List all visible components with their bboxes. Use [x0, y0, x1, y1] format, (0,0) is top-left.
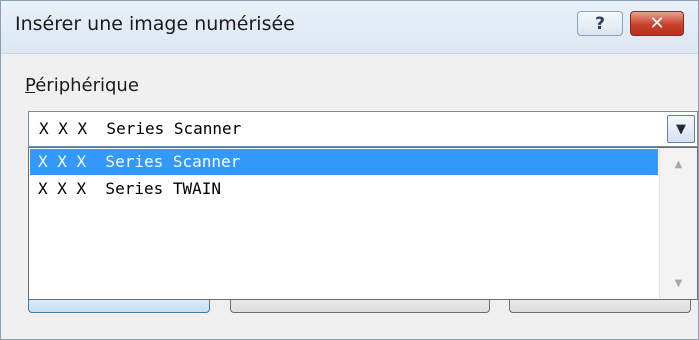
title-bar[interactable]: Insérer une image numérisée ? ✕ — [1, 1, 698, 54]
help-button[interactable]: ? — [577, 11, 623, 36]
list-item-scanner[interactable]: X X X Series Scanner — [30, 149, 658, 175]
device-label: Périphérique — [25, 75, 139, 96]
insert-scanned-image-dialog: Insérer une image numérisée ? ✕ Périphér… — [0, 0, 699, 340]
list-item-twain[interactable]: X X X Series TWAIN — [30, 176, 658, 202]
device-label-accesskey: P — [25, 75, 36, 96]
scroll-down-icon[interactable]: ▼ — [660, 271, 697, 295]
window-title: Insérer une image numérisée — [15, 13, 295, 35]
dropdown-button[interactable]: ▼ — [667, 115, 695, 143]
help-icon: ? — [595, 13, 605, 34]
scrollbar[interactable]: ▲ ▼ — [659, 148, 697, 299]
device-select-value: X X X Series Scanner — [39, 119, 242, 138]
close-icon: ✕ — [649, 13, 665, 34]
scroll-up-icon[interactable]: ▲ — [660, 152, 697, 176]
device-label-rest: ériphérique — [35, 75, 139, 96]
chevron-down-icon: ▼ — [676, 121, 686, 137]
device-dropdown-list: X X X Series Scanner X X X Series TWAIN … — [28, 147, 698, 300]
close-button[interactable]: ✕ — [630, 11, 684, 36]
bottom-strip — [1, 313, 698, 339]
device-select[interactable]: X X X Series Scanner ▼ — [28, 111, 698, 147]
